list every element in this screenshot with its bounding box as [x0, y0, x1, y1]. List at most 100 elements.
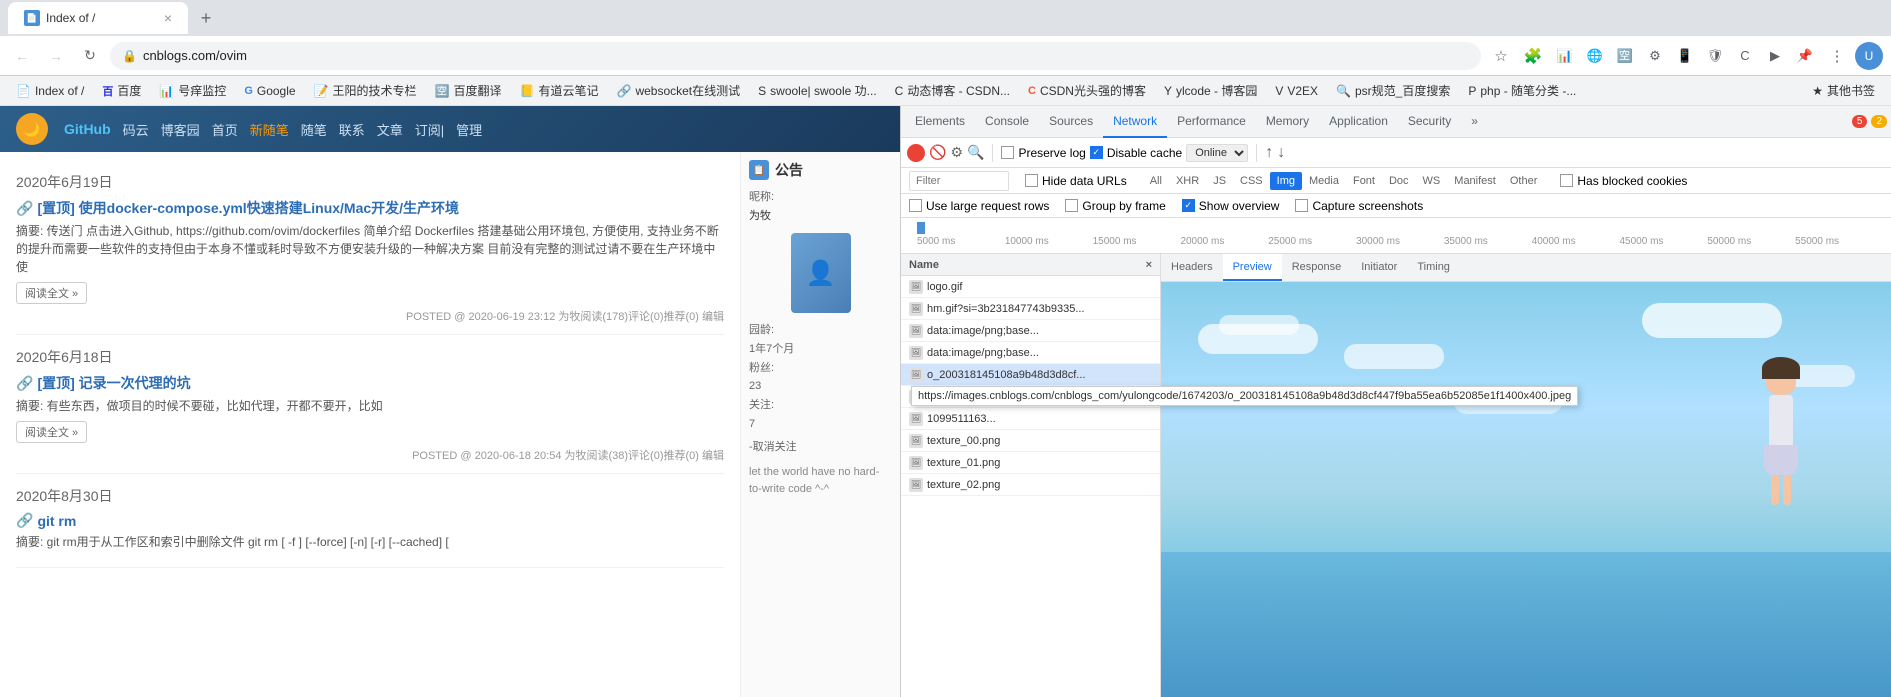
preview-tab-timing[interactable]: Timing: [1407, 254, 1460, 281]
nav-contact[interactable]: 联系: [339, 120, 365, 139]
large-requests-checkbox[interactable]: Use large request rows: [909, 199, 1049, 213]
net-file-texture-01[interactable]: 🖼 texture_01.png: [901, 452, 1160, 474]
net-file-data-png-2[interactable]: 🖼 data:image/png;base...: [901, 342, 1160, 364]
ext-icon-2[interactable]: 🌐: [1581, 42, 1609, 70]
filter-media[interactable]: Media: [1302, 172, 1346, 190]
preview-tab-headers[interactable]: Headers: [1161, 254, 1223, 281]
clear-button[interactable]: 🚫: [929, 144, 946, 161]
reload-button[interactable]: ↻: [76, 42, 104, 70]
filter-ws[interactable]: WS: [1416, 172, 1448, 190]
nav-manage[interactable]: 管理: [456, 120, 482, 139]
net-file-logo-gif[interactable]: 🖼 logo.gif: [901, 276, 1160, 298]
devtools-tab-network[interactable]: Network: [1103, 106, 1167, 138]
filter-icon[interactable]: ⚙: [950, 144, 963, 161]
disable-cache-checkbox[interactable]: Disable cache: [1090, 146, 1182, 160]
ext-icon-9[interactable]: 📌: [1791, 42, 1819, 70]
preview-tab-initiator[interactable]: Initiator: [1351, 254, 1407, 281]
bookmark-psr[interactable]: 🔍 psr规范_百度搜索: [1328, 79, 1458, 102]
bookmark-websocket[interactable]: 🔗 websocket在线测试: [608, 79, 748, 102]
throttle-select[interactable]: Online: [1186, 144, 1248, 162]
filter-doc[interactable]: Doc: [1382, 172, 1416, 190]
filter-other[interactable]: Other: [1503, 172, 1545, 190]
nav-posts[interactable]: 随笔: [301, 120, 327, 139]
bookmark-translate[interactable]: 🈳 百度翻译: [427, 79, 510, 102]
bookmark-baidu[interactable]: 百 百度: [94, 79, 149, 102]
forward-button[interactable]: →: [42, 42, 70, 70]
search-network-button[interactable]: 🔍: [967, 144, 984, 161]
net-file-1099[interactable]: 🖼 1099511163...: [901, 408, 1160, 430]
export-har-button[interactable]: ↓: [1277, 144, 1285, 162]
group-by-frame-checkbox[interactable]: Group by frame: [1065, 199, 1165, 213]
ext-icon-1[interactable]: 📊: [1551, 42, 1579, 70]
devtools-tab-console[interactable]: Console: [975, 106, 1039, 138]
post-title-1[interactable]: 🔗 [置顶] 使用docker-compose.yml快速搭建Linux/Mac…: [16, 198, 724, 218]
net-file-o-image[interactable]: 🖼 o_200318145108a9b48d3d8cf...: [901, 364, 1160, 386]
bookmark-wangyang[interactable]: 📝 王阳的技术专栏: [306, 79, 425, 102]
bookmark-swoole[interactable]: S swoole| swoole 功...: [750, 79, 885, 102]
bookmark-monitor[interactable]: 📊 号痒监控: [151, 79, 234, 102]
net-file-texture-02[interactable]: 🖼 texture_02.png: [901, 474, 1160, 496]
bookmark-youdao[interactable]: 📒 有道云笔记: [512, 79, 607, 102]
filter-img[interactable]: Img: [1270, 172, 1302, 190]
filter-all[interactable]: All: [1143, 172, 1169, 190]
devtools-tab-performance[interactable]: Performance: [1167, 106, 1256, 138]
devtools-tab-elements[interactable]: Elements: [905, 106, 975, 138]
active-tab[interactable]: 📄 Index of / ×: [8, 2, 188, 34]
bookmark-google[interactable]: G Google: [236, 81, 303, 101]
bookmark-csdn[interactable]: C CSDN光头强的博客: [1020, 79, 1154, 102]
bookmark-index[interactable]: 📄 Index of /: [8, 81, 92, 101]
nav-new-post[interactable]: 新随笔: [250, 120, 289, 139]
net-file-hm-gif[interactable]: 🖼 hm.gif?si=3b231847743b9335...: [901, 298, 1160, 320]
preview-tab-response[interactable]: Response: [1282, 254, 1352, 281]
bookmark-ylcode[interactable]: Y ylcode - 博客园: [1156, 79, 1265, 102]
back-button[interactable]: ←: [8, 42, 36, 70]
filter-css[interactable]: CSS: [1233, 172, 1270, 190]
extensions-icon[interactable]: 🧩: [1519, 42, 1547, 70]
devtools-tab-memory[interactable]: Memory: [1256, 106, 1319, 138]
devtools-more-tabs[interactable]: »: [1461, 106, 1488, 138]
nav-github[interactable]: GitHub: [64, 121, 111, 137]
nav-articles[interactable]: 文章: [377, 120, 403, 139]
nav-subscribe[interactable]: 订阅|: [415, 120, 444, 139]
record-button[interactable]: [907, 144, 925, 162]
net-file-data-png-1[interactable]: 🖼 data:image/png;base...: [901, 320, 1160, 342]
filter-input[interactable]: [909, 171, 1009, 191]
nav-cnblogs[interactable]: 博客园: [161, 120, 200, 139]
has-blocked-cookies-checkbox[interactable]: Has blocked cookies: [1560, 174, 1687, 188]
filter-xhr[interactable]: XHR: [1169, 172, 1206, 190]
bookmark-v2ex[interactable]: V V2EX: [1267, 81, 1326, 101]
import-har-button[interactable]: ↑: [1265, 144, 1273, 162]
preserve-log-checkbox[interactable]: Preserve log: [1001, 146, 1085, 160]
other-bookmarks[interactable]: ★ 其他书签: [1804, 79, 1883, 102]
ext-icon-8[interactable]: ▶: [1761, 42, 1789, 70]
tab-close-button[interactable]: ×: [164, 10, 172, 26]
post-title-3[interactable]: 🔗 git rm: [16, 512, 724, 529]
nav-home[interactable]: 首页: [212, 120, 238, 139]
devtools-tab-security[interactable]: Security: [1398, 106, 1461, 138]
ext-icon-6[interactable]: 🛡: [1701, 42, 1729, 70]
new-tab-button[interactable]: +: [192, 4, 220, 32]
bookmark-star-icon[interactable]: ☆: [1487, 42, 1515, 70]
bookmark-php[interactable]: P php - 随笔分类 -...: [1460, 79, 1584, 102]
url-bar[interactable]: 🔒 cnblogs.com/ovim: [110, 42, 1481, 70]
nav-mayi[interactable]: 码云: [123, 120, 149, 139]
show-overview-checkbox[interactable]: Show overview: [1182, 199, 1280, 213]
close-preview-button[interactable]: ×: [1146, 259, 1152, 271]
preview-tab-preview[interactable]: Preview: [1223, 254, 1282, 281]
net-file-texture-00[interactable]: 🖼 texture_00.png: [901, 430, 1160, 452]
bookmark-dongta[interactable]: C 动态博客 - CSDN...: [887, 79, 1018, 102]
ext-icon-3[interactable]: 🈳: [1611, 42, 1639, 70]
devtools-tab-application[interactable]: Application: [1319, 106, 1398, 138]
filter-manifest[interactable]: Manifest: [1447, 172, 1503, 190]
menu-button[interactable]: ⋮: [1823, 42, 1851, 70]
filter-font[interactable]: Font: [1346, 172, 1382, 190]
read-more-btn-2[interactable]: 阅读全文 »: [16, 421, 87, 443]
ext-icon-5[interactable]: 📱: [1671, 42, 1699, 70]
ext-icon-4[interactable]: ⚙: [1641, 42, 1669, 70]
hide-data-urls-checkbox[interactable]: Hide data URLs: [1025, 174, 1127, 188]
post-title-2[interactable]: 🔗 [置顶] 记录一次代理的坑: [16, 373, 724, 393]
capture-screenshots-checkbox[interactable]: Capture screenshots: [1295, 199, 1423, 213]
devtools-tab-sources[interactable]: Sources: [1039, 106, 1103, 138]
read-more-btn-1[interactable]: 阅读全文 »: [16, 282, 87, 304]
ext-icon-7[interactable]: C: [1731, 42, 1759, 70]
